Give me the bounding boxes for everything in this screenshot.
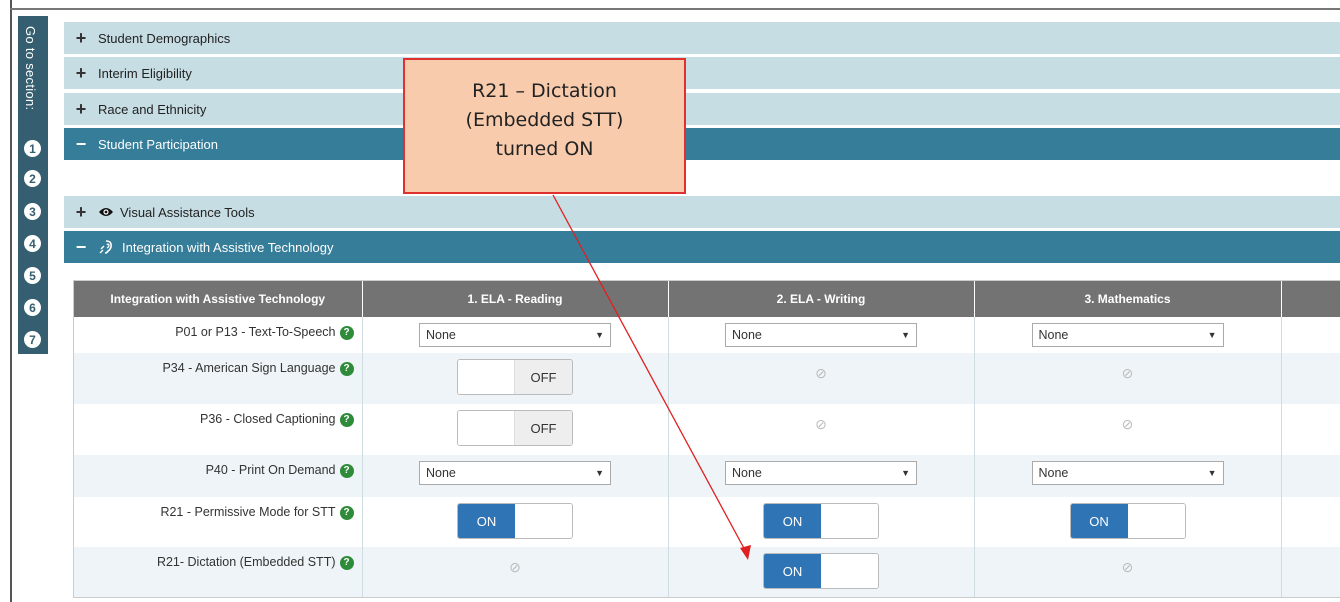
- annotation-arrow: [552, 194, 751, 560]
